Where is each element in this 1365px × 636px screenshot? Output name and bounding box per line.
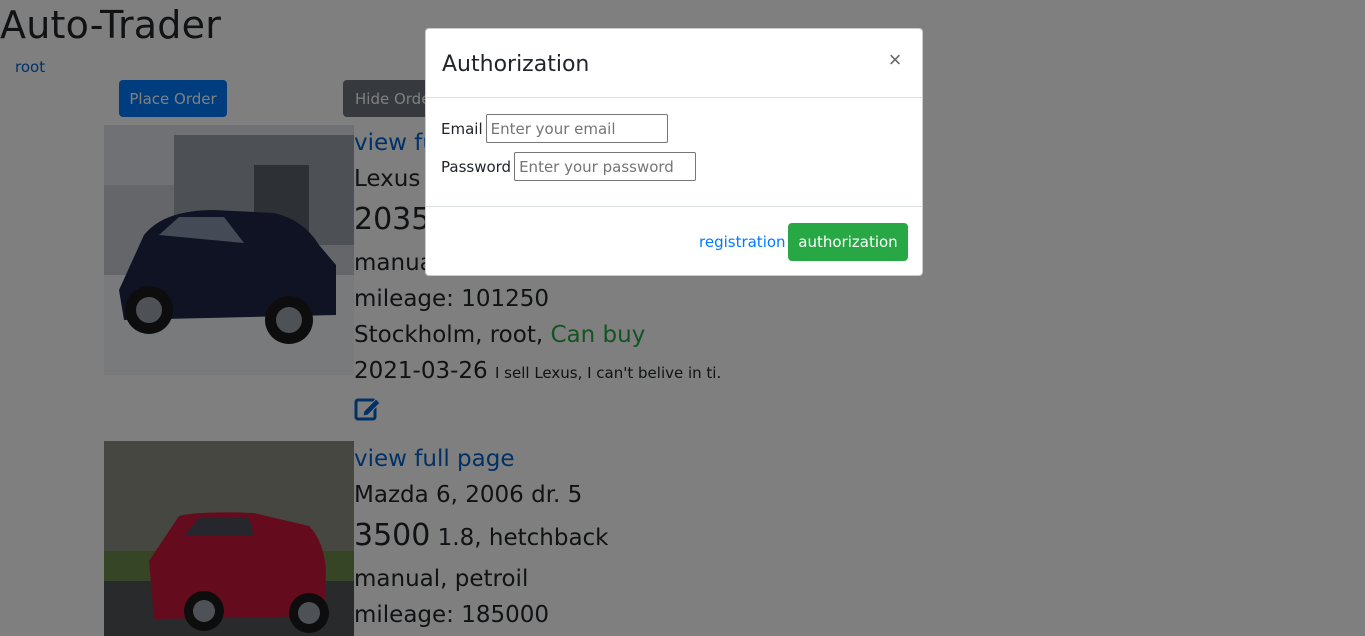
authorization-button[interactable]: authorization: [788, 223, 908, 261]
password-label: Password: [441, 157, 512, 176]
close-icon[interactable]: ×: [884, 47, 906, 73]
authorization-modal: Authorization × Email Password registrat…: [425, 28, 923, 276]
modal-title: Authorization: [442, 52, 590, 77]
password-row: Password: [441, 152, 697, 181]
registration-link[interactable]: registration: [699, 233, 786, 251]
email-field[interactable]: [485, 114, 668, 143]
modal-body: Email Password: [426, 98, 922, 207]
email-row: Email: [441, 114, 668, 143]
modal-footer: registration authorization: [426, 207, 922, 275]
password-field[interactable]: [514, 152, 697, 181]
modal-header: Authorization ×: [426, 29, 922, 98]
email-label: Email: [441, 119, 483, 138]
